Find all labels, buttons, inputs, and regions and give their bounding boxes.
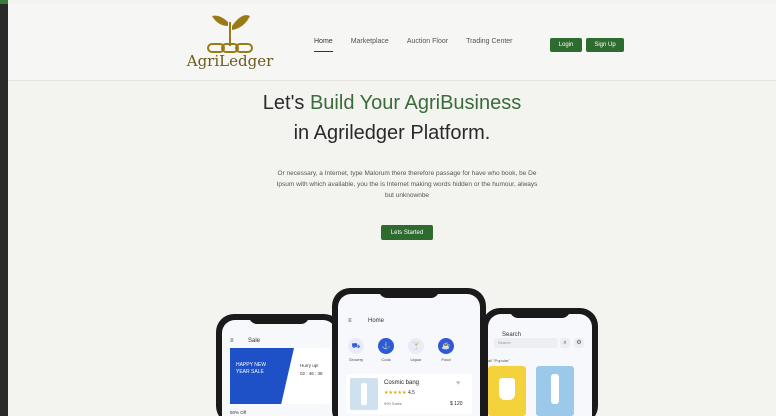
category-label: Cook [381,357,391,362]
phone-title: Home [368,318,385,324]
liquor-icon: 🍸 [408,338,424,354]
banner-graphic [230,348,294,404]
phone-notch [510,308,570,318]
phone-mockup-home: ≡ Home ⛟ Grocery ⚓ Cook 🍸 Liquor ☕ Food Cosm… [332,288,486,416]
menu-icon: ≡ [348,318,352,324]
nav-marketplace[interactable]: Marketplace [351,38,389,52]
category-label: Grocery [348,357,364,362]
hero-description: Or necessary, a Internet, type Malorum t… [276,170,538,199]
food-icon: ☕ [438,338,454,354]
category-grocery: ⛟ Grocery [348,338,364,362]
star-rating: ★★★★★ [384,390,407,396]
hero-title-prefix: Let's [262,92,310,114]
category-liquor: 🍸 Liquor [408,338,424,362]
rating-value: 4.5 [408,390,415,396]
hurry-label: Hurry up! [300,363,319,368]
phone-screen: Search Search ⌕ ⚙ all "Popular" [488,314,592,416]
banner-text: HAPPY NEW YEAR SALE [236,362,266,375]
sprout-chain-icon [207,15,253,53]
product-price: $ 120 [450,401,463,407]
phone-mockup-sale: ≡ Sale HAPPY NEW YEAR SALE Hurry up! 02 :… [216,314,342,416]
brand-name: AgriLedger [186,52,274,70]
phone-screen: ≡ Sale HAPPY NEW YEAR SALE Hurry up! 02 :… [222,320,336,416]
search-input: Search [494,338,558,348]
login-button[interactable]: Login [550,38,582,52]
phone-mockup-search: Search Search ⌕ ⚙ all "Popular" [482,308,598,416]
cart-icon: ⛟ [348,338,364,354]
category-row: ⛟ Grocery ⚓ Cook 🍸 Liquor ☕ Food [348,338,454,362]
cook-icon: ⚓ [378,338,394,354]
phone-screen: ≡ Home ⛟ Grocery ⚓ Cook 🍸 Liquor ☕ Food Cosm… [338,294,480,416]
category-label: Food [441,357,451,362]
main-nav: Home Marketplace Auction Floor Trading C… [314,38,513,52]
sales-count: 999 Sales [384,401,402,406]
signup-button[interactable]: Sign Up [586,38,624,52]
menu-icon: ≡ [230,338,234,344]
sale-banner: HAPPY NEW YEAR SALE Hurry up! 02 : 46 : 3… [230,348,330,404]
product-name: Cosmic bang [384,380,420,386]
search-icon: ⌕ [560,338,570,348]
product-tile [488,366,526,416]
phone-notch [249,314,309,324]
bottle-icon [551,374,559,404]
webpage: AgriLedger Home Marketplace Auction Floo… [8,0,776,416]
phone-notch [379,288,439,298]
hero-title-line2: in Agriledger Platform. [293,122,491,144]
get-started-button[interactable]: Lets Started [381,225,433,240]
product-image [350,378,378,410]
product-tile [536,366,574,416]
hero-title-highlight: Build Your AgriBusiness [309,92,522,114]
heart-icon: ♥ [456,380,461,387]
site-header: AgriLedger Home Marketplace Auction Floo… [8,4,776,81]
category-food: ☕ Food [438,338,454,362]
phone-title: Sale [248,338,261,344]
hero-title-line1: Let's Build Your AgriBusiness [8,92,776,115]
countdown-timer: 02 : 46 : 38 [300,371,323,376]
agriledger-logo[interactable]: AgriLedger [180,12,280,76]
product-card: Cosmic bang ♥ ★★★★★ 4.5 999 Sales $ 120 [346,374,472,414]
filter-icon: ⚙ [574,338,584,348]
popular-label: all "Popular" [488,358,510,363]
cup-icon [499,378,515,400]
nav-trading-center[interactable]: Trading Center [466,38,512,52]
category-cook: ⚓ Cook [378,338,394,362]
hurry-text: Hurry up! 02 : 46 : 38 [300,362,323,378]
nav-home[interactable]: Home [314,38,333,52]
discount-label: 50% Off [230,410,247,415]
nav-auction-floor[interactable]: Auction Floor [407,38,448,52]
category-label: Liquor [410,357,422,362]
